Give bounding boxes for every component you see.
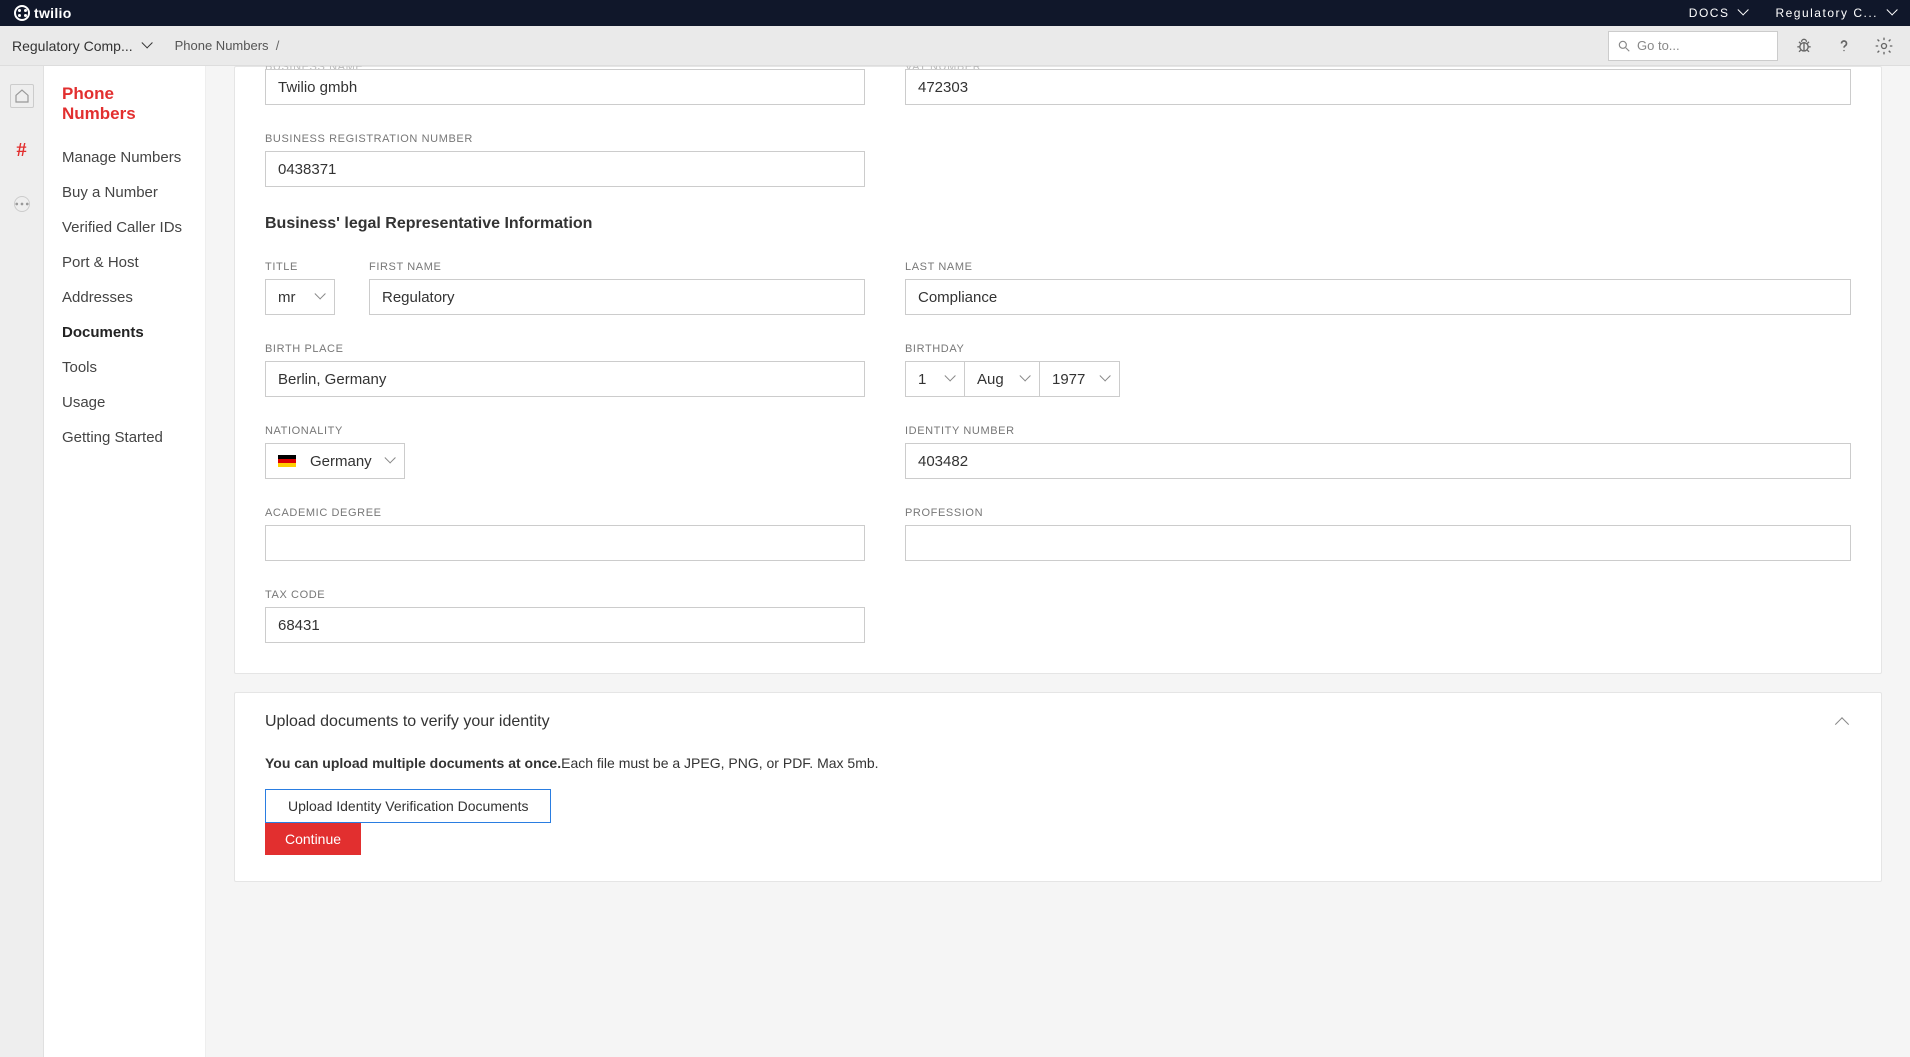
help-icon	[1834, 36, 1854, 56]
docs-label: DOCS	[1689, 6, 1730, 20]
birthday-label: BIRTHDAY	[905, 343, 1851, 355]
account-label: Regulatory C...	[1775, 6, 1878, 20]
hash-icon: #	[17, 140, 27, 160]
breadcrumb-sep: /	[276, 38, 280, 53]
profession-label: PROFESSION	[905, 507, 1851, 519]
search-input[interactable]: Go to...	[1608, 31, 1778, 61]
title-value: mr	[278, 289, 296, 306]
birthday-year-select[interactable]: 1977	[1040, 361, 1120, 397]
more-icon	[13, 195, 31, 213]
docs-menu[interactable]: DOCS	[1689, 6, 1748, 20]
chevron-down-icon	[1886, 8, 1896, 18]
content: BUSINESS NAME VAT NUMBER BUSINESS REGIST…	[206, 66, 1910, 1057]
tax-input[interactable]	[265, 607, 865, 643]
birthday-month-select[interactable]: Aug	[965, 361, 1040, 397]
first-name-input[interactable]	[369, 279, 865, 315]
bug-icon	[1794, 36, 1814, 56]
sidebar: Phone Numbers Manage Numbers Buy a Numbe…	[44, 66, 206, 1057]
academic-label: ACADEMIC DEGREE	[265, 507, 865, 519]
search-placeholder: Go to...	[1637, 38, 1680, 53]
sidebar-item-addresses[interactable]: Addresses	[44, 280, 205, 315]
debug-button[interactable]	[1790, 32, 1818, 60]
upload-heading: Upload documents to verify your identity	[265, 713, 550, 731]
breadcrumb: Phone Numbers /	[175, 38, 280, 53]
breadcrumb-root[interactable]: Phone Numbers	[175, 38, 269, 53]
search-icon	[1617, 39, 1631, 53]
rail-more[interactable]	[10, 192, 34, 216]
sidebar-item-documents[interactable]: Documents	[44, 315, 205, 350]
chevron-down-icon	[1019, 374, 1029, 384]
chevron-down-icon	[944, 374, 954, 384]
chevron-down-icon	[141, 41, 151, 51]
last-name-input[interactable]	[905, 279, 1851, 315]
nationality-label: NATIONALITY	[265, 425, 865, 437]
collapse-toggle[interactable]	[1837, 715, 1851, 729]
help-button[interactable]	[1830, 32, 1858, 60]
upload-button[interactable]: Upload Identity Verification Documents	[265, 789, 551, 823]
continue-button[interactable]: Continue	[265, 823, 361, 855]
sidebar-item-tools[interactable]: Tools	[44, 350, 205, 385]
identity-input[interactable]	[905, 443, 1851, 479]
vat-input[interactable]	[905, 69, 1851, 105]
profession-input[interactable]	[905, 525, 1851, 561]
title-select[interactable]: mr	[265, 279, 335, 315]
section-title: Business' legal Representative Informati…	[265, 215, 1851, 233]
brand-text: twilio	[34, 5, 72, 21]
upload-panel: Upload documents to verify your identity…	[234, 692, 1882, 882]
birthday-year: 1977	[1052, 371, 1085, 388]
academic-input[interactable]	[265, 525, 865, 561]
sidebar-item-buy-a-number[interactable]: Buy a Number	[44, 175, 205, 210]
flag-germany-icon	[278, 455, 296, 467]
last-name-label: LAST NAME	[905, 261, 1851, 273]
project-name: Regulatory Comp...	[12, 38, 133, 54]
business-name-input[interactable]	[265, 69, 865, 105]
icon-rail: #	[0, 66, 44, 1057]
upload-description: You can upload multiple documents at onc…	[265, 755, 1851, 771]
nationality-select[interactable]: Germany	[265, 443, 405, 479]
chevron-down-icon	[384, 456, 394, 466]
tax-label: TAX CODE	[265, 589, 865, 601]
birth-place-label: BIRTH PLACE	[265, 343, 865, 355]
project-dropdown[interactable]: Regulatory Comp...	[12, 38, 165, 54]
rail-phone-numbers[interactable]: #	[10, 138, 34, 162]
rail-home[interactable]	[10, 84, 34, 108]
sidebar-item-usage[interactable]: Usage	[44, 385, 205, 420]
upload-desc-rest: Each file must be a JPEG, PNG, or PDF. M…	[561, 755, 878, 771]
birthday-day-select[interactable]: 1	[905, 361, 965, 397]
brn-input[interactable]	[265, 151, 865, 187]
sidebar-title: Phone Numbers	[44, 84, 205, 140]
chevron-down-icon	[314, 292, 324, 302]
birthday-month: Aug	[977, 371, 1004, 388]
birthday-day: 1	[918, 371, 926, 388]
account-menu[interactable]: Regulatory C...	[1775, 6, 1896, 20]
sidebar-item-manage-numbers[interactable]: Manage Numbers	[44, 140, 205, 175]
identity-label: IDENTITY NUMBER	[905, 425, 1851, 437]
title-label: TITLE	[265, 261, 355, 273]
business-info-panel: BUSINESS NAME VAT NUMBER BUSINESS REGIST…	[234, 66, 1882, 674]
first-name-label: FIRST NAME	[369, 261, 865, 273]
settings-button[interactable]	[1870, 32, 1898, 60]
upload-desc-bold: You can upload multiple documents at onc…	[265, 755, 561, 771]
twilio-mark-icon	[14, 5, 30, 21]
chevron-down-icon	[1737, 8, 1747, 18]
sidebar-item-getting-started[interactable]: Getting Started	[44, 420, 205, 455]
sidebar-item-verified-caller[interactable]: Verified Caller IDs	[44, 210, 205, 245]
birth-place-input[interactable]	[265, 361, 865, 397]
brand-logo[interactable]: twilio	[14, 5, 72, 21]
gear-icon	[1874, 36, 1894, 56]
chevron-down-icon	[1099, 374, 1109, 384]
nationality-value: Germany	[310, 453, 372, 470]
brn-label: BUSINESS REGISTRATION NUMBER	[265, 133, 865, 145]
sidebar-item-port-host[interactable]: Port & Host	[44, 245, 205, 280]
home-icon	[14, 87, 30, 105]
